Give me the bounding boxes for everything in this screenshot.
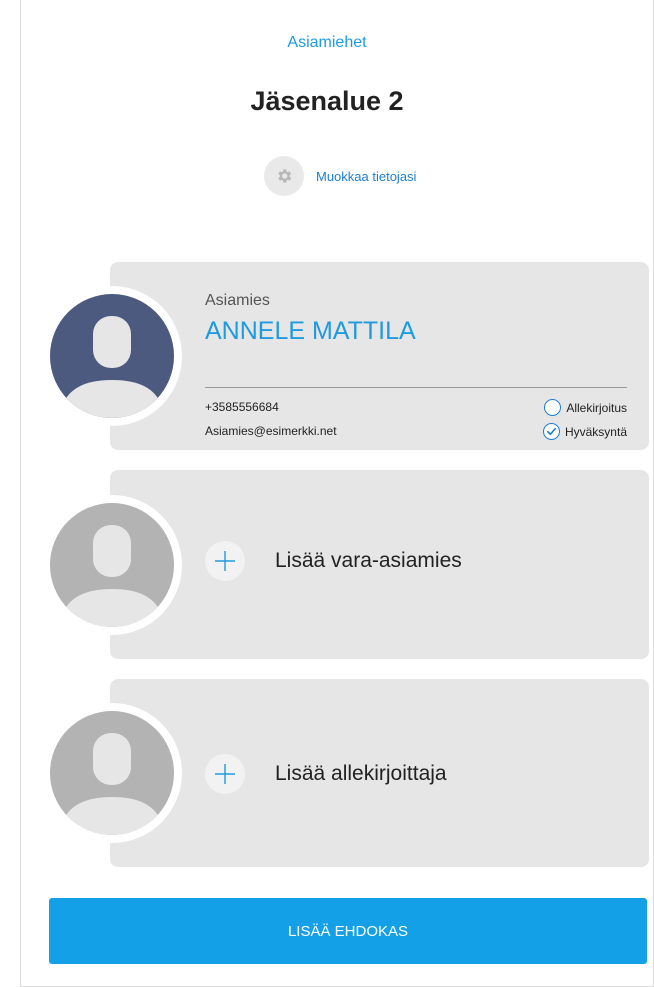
deputy-avatar-frame	[42, 495, 182, 635]
add-signatory-button[interactable]: Lisää allekirjoittaja	[205, 754, 447, 794]
add-signatory-card: Lisää allekirjoittaja	[110, 679, 649, 867]
edit-info-label: Muokkaa tietojasi	[316, 168, 417, 184]
edit-info-button[interactable]: Muokkaa tietojasi	[264, 156, 416, 196]
signatory-avatar	[50, 711, 174, 835]
add-candidate-button[interactable]: LISÄÄ EHDOKAS	[49, 898, 647, 964]
signature-checkbox[interactable]: Allekirjoitus	[544, 399, 627, 416]
agent-name[interactable]: ANNELE MATTILA	[205, 317, 416, 346]
signatory-avatar-frame	[42, 703, 182, 843]
divider	[205, 387, 627, 388]
add-deputy-card: Lisää vara-asiamies	[110, 470, 649, 659]
agent-phone: +3585556684	[205, 400, 279, 414]
unchecked-circle-icon	[544, 399, 562, 416]
plus-icon	[205, 754, 245, 794]
gear-icon	[264, 156, 304, 196]
role-label: Asiamies	[205, 292, 270, 309]
agent-card: Asiamies ANNELE MATTILA +3585556684 Asia…	[110, 262, 649, 450]
approval-checkbox[interactable]: Hyväksyntä	[542, 423, 627, 440]
agent-avatar-frame	[42, 286, 182, 426]
add-deputy-label: Lisää vara-asiamies	[275, 549, 462, 572]
plus-icon	[205, 541, 245, 581]
page-title: Jäsenalue 2	[250, 86, 404, 116]
add-deputy-button[interactable]: Lisää vara-asiamies	[205, 541, 462, 581]
checked-circle-icon	[542, 423, 560, 440]
deputy-avatar	[50, 503, 174, 627]
agents-link[interactable]: Asiamiehet	[0, 34, 654, 52]
agent-avatar	[50, 294, 174, 418]
agent-email: Asiamies@esimerkki.net	[205, 424, 337, 438]
signature-label: Allekirjoitus	[566, 400, 627, 415]
add-signatory-label: Lisää allekirjoittaja	[275, 762, 447, 785]
approval-label: Hyväksyntä	[564, 424, 627, 439]
